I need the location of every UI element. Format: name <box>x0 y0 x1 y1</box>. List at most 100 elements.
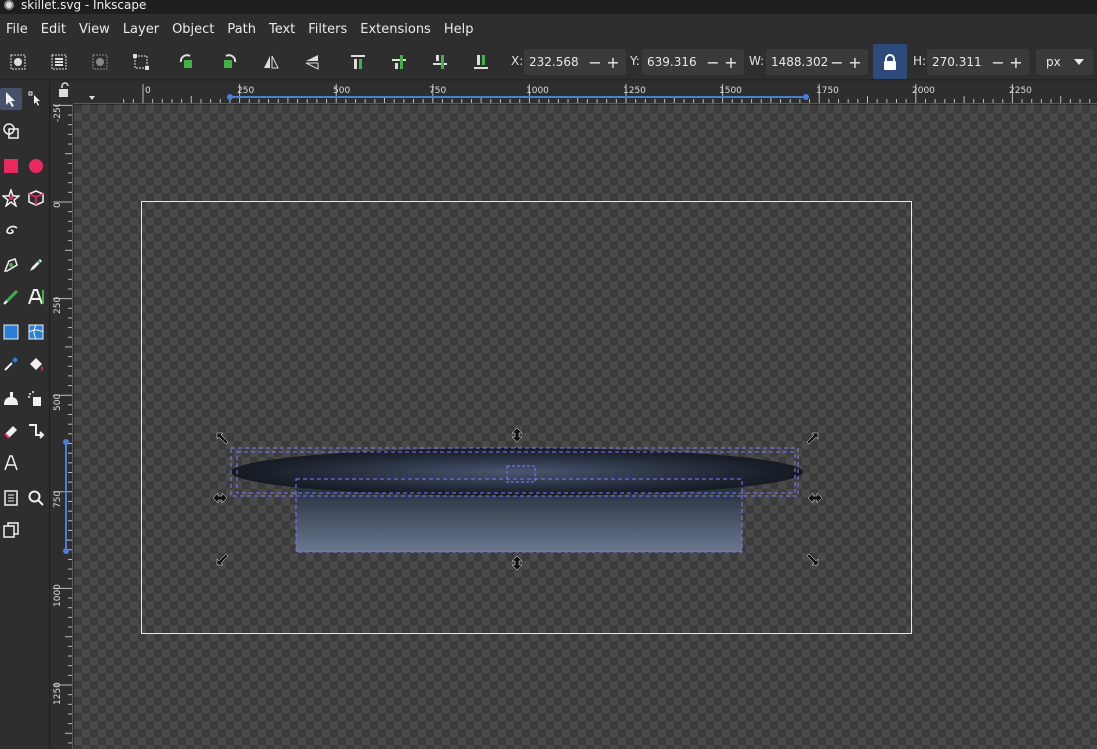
rotate-cw-icon <box>224 54 237 68</box>
w-input[interactable] <box>766 55 828 69</box>
menu-view[interactable]: View <box>73 22 117 37</box>
h-increment-button[interactable]: + <box>1007 49 1025 75</box>
pen-tool[interactable] <box>0 254 22 276</box>
rotate-cw-button[interactable] <box>219 52 239 72</box>
ruler-v-label: -250 <box>53 104 63 122</box>
select-all-icon <box>10 54 26 70</box>
ellipse-tool[interactable] <box>25 155 47 177</box>
menu-path[interactable]: Path <box>221 22 263 37</box>
menu-filters[interactable]: Filters <box>302 22 354 37</box>
x-decrement-button[interactable]: − <box>586 49 604 75</box>
y-input[interactable] <box>642 55 704 69</box>
shape-builder-tool[interactable] <box>0 120 22 142</box>
lower-to-bottom-button[interactable] <box>471 52 491 72</box>
spiral-tool[interactable] <box>0 219 22 241</box>
node-tool[interactable] <box>25 88 47 110</box>
lpe-tool[interactable] <box>0 452 22 474</box>
connector-tool[interactable] <box>25 420 47 442</box>
select-all-layers-icon <box>51 54 67 70</box>
resize-handle-w[interactable] <box>213 491 227 505</box>
text-a-icon <box>28 289 44 305</box>
y-spinbox: − + <box>642 49 744 75</box>
resize-handle-ne[interactable] <box>805 432 819 446</box>
star-tool[interactable] <box>0 187 22 209</box>
guide-lock-icon <box>59 82 69 97</box>
unit-select[interactable]: px <box>1036 49 1093 75</box>
resize-handle-s[interactable] <box>510 556 524 570</box>
ruler-corner <box>51 82 73 104</box>
ruler-h-label: 1250 <box>623 86 646 96</box>
resize-handle-sw[interactable] <box>216 552 230 566</box>
paint-bucket-icon <box>30 358 43 371</box>
lock-proportions-button[interactable] <box>873 44 907 79</box>
calligraphy-icon <box>3 289 19 305</box>
pencil-tool[interactable] <box>25 254 47 276</box>
x-increment-button[interactable]: + <box>604 49 622 75</box>
h-decrement-button[interactable]: − <box>989 49 1007 75</box>
menu-edit[interactable]: Edit <box>35 22 73 37</box>
h-input[interactable] <box>927 55 989 69</box>
resize-handle-se[interactable] <box>805 552 819 566</box>
menu-help[interactable]: Help <box>438 22 481 37</box>
text-tool[interactable] <box>25 286 47 308</box>
deselect-button[interactable] <box>90 52 110 72</box>
resize-handle-e[interactable] <box>808 491 822 505</box>
3d-box-tool[interactable] <box>25 187 47 209</box>
eraser-tool[interactable] <box>0 420 22 442</box>
deselect-icon <box>92 54 108 70</box>
vertical-ruler[interactable]: -250 0 250 500 750 1000 1250 <box>51 104 73 749</box>
spray-tool[interactable] <box>25 388 47 410</box>
zoom-tool[interactable] <box>25 487 47 509</box>
x-input[interactable] <box>524 55 586 69</box>
flip-horizontal-button[interactable] <box>261 52 281 72</box>
dropper-tool[interactable] <box>0 353 22 375</box>
selector-tool[interactable] <box>0 88 22 110</box>
ruler-h-label: 250 <box>237 86 255 96</box>
document-icon <box>4 490 18 506</box>
measure-tool[interactable] <box>0 519 22 541</box>
menu-object[interactable]: Object <box>166 22 221 37</box>
ruler-h-label: 2000 <box>912 86 935 96</box>
h-label: H: <box>913 54 927 68</box>
y-decrement-button[interactable]: − <box>704 49 722 75</box>
horizontal-ruler[interactable]: 0 250 500 750 1000 1250 1500 1750 2000 2… <box>73 82 1097 104</box>
select-all-button[interactable] <box>8 52 28 72</box>
h-spinbox: − + <box>927 49 1029 75</box>
flip-vertical-icon <box>305 55 319 70</box>
toggle-bbox-button[interactable] <box>131 52 151 72</box>
tweak-tool[interactable] <box>0 388 22 410</box>
w-spinbox: − + <box>766 49 868 75</box>
select-all-layers-button[interactable] <box>49 52 69 72</box>
w-increment-button[interactable]: + <box>846 49 864 75</box>
rectangle-tool[interactable] <box>0 155 22 177</box>
menu-text[interactable]: Text <box>263 22 302 37</box>
resize-handle-n[interactable] <box>510 428 524 442</box>
calligraphy-tool[interactable] <box>0 286 22 308</box>
w-decrement-button[interactable]: − <box>828 49 846 75</box>
y-increment-button[interactable]: + <box>722 49 740 75</box>
skillet-rim[interactable] <box>231 448 803 496</box>
vertical-ruler-ticks <box>53 104 72 744</box>
connector-icon <box>29 424 45 439</box>
rotate-ccw-button[interactable] <box>177 52 197 72</box>
mesh-tool[interactable] <box>25 321 47 343</box>
menu-file[interactable]: File <box>0 22 35 37</box>
drawing-canvas[interactable] <box>74 105 1097 749</box>
raise-button[interactable] <box>389 52 409 72</box>
pages-tool[interactable] <box>0 487 22 509</box>
resize-handle-nw[interactable] <box>216 432 230 446</box>
menu-layer[interactable]: Layer <box>117 22 166 37</box>
mesh-icon <box>28 324 44 340</box>
inkscape-window: skillet.svg - Inkscape File Edit View La… <box>0 0 1097 749</box>
menu-extensions[interactable]: Extensions <box>354 22 438 37</box>
gradient-tool[interactable] <box>0 321 22 343</box>
title-bar: skillet.svg - Inkscape <box>0 0 1097 14</box>
flip-vertical-button[interactable] <box>302 52 322 72</box>
paint-bucket-tool[interactable] <box>25 353 47 375</box>
lower-button[interactable] <box>430 52 450 72</box>
raise-to-top-button[interactable] <box>348 52 368 72</box>
lower-to-bottom-icon <box>474 55 488 69</box>
spiral-icon <box>6 225 18 235</box>
gradient-icon <box>3 324 19 340</box>
ruler-h-label: 1000 <box>526 86 549 96</box>
